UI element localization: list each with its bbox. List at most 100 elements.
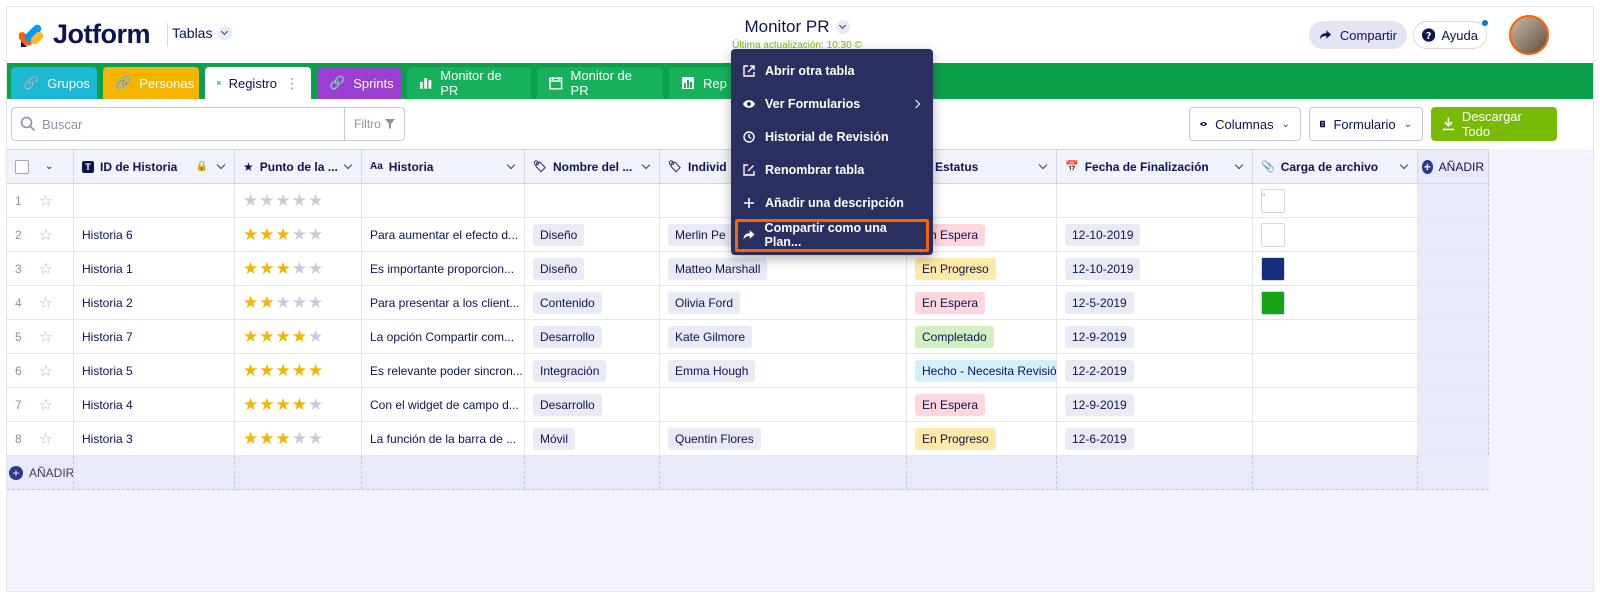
rating-cell[interactable]: ★ ★ ★ ★ ★ [235, 422, 362, 455]
column-header-name[interactable]: 🏷 Nombre del ... [525, 150, 660, 183]
individual-cell[interactable]: Quentin Flores [660, 422, 907, 455]
rating-cell[interactable]: ★ ★ ★ ★ ★ [235, 184, 362, 217]
rating-star-icon[interactable]: ★ [292, 225, 307, 245]
tab-sprints[interactable]: 🔗 Sprints [317, 67, 401, 99]
more-vertical-icon[interactable]: ⋮ [285, 75, 299, 92]
name-cell[interactable]: Desarrollo [525, 388, 660, 421]
menu-item-rename-table[interactable]: Renombrar tabla [731, 153, 933, 186]
column-header-points[interactable]: ★ Punto de la ... [235, 150, 362, 183]
date-cell[interactable]: 12-5-2019 [1057, 286, 1253, 319]
table-row[interactable]: 4 ☆ Historia 2 ★ ★ ★ ★ ★ Para presentar a los cl… [7, 286, 1489, 320]
rating-star-icon[interactable]: ★ [308, 327, 323, 347]
story-id-cell[interactable]: Historia 1 [74, 252, 235, 285]
columns-button[interactable]: Columnas ⌄ [1189, 107, 1301, 141]
chevron-down-icon[interactable] [506, 160, 516, 170]
rating-star-icon[interactable]: ★ [276, 327, 291, 347]
tab-monitor-pr-calendar[interactable]: Monitor de PR [537, 67, 663, 99]
page-title[interactable]: Monitor PR [744, 17, 829, 37]
tab-registro[interactable]: Registro ⋮ [205, 67, 311, 99]
favorite-star-icon[interactable]: ☆ [39, 429, 53, 449]
rating-cell[interactable]: ★ ★ ★ ★ ★ [235, 218, 362, 251]
favorite-star-icon[interactable]: ☆ [39, 327, 53, 347]
story-id-cell[interactable]: Historia 2 [74, 286, 235, 319]
individual-cell[interactable]: Olivia Ford [660, 286, 907, 319]
rating-star-icon[interactable]: ★ [243, 191, 258, 211]
row-number-cell[interactable]: 6 ☆ [7, 354, 74, 387]
rating-star-icon[interactable]: ★ [292, 293, 307, 313]
file-thumbnail[interactable] [1261, 222, 1285, 247]
name-cell[interactable]: Integración [525, 354, 660, 387]
status-cell[interactable]: En Progreso [907, 422, 1057, 455]
row-number-cell[interactable]: 5 ☆ [7, 320, 74, 353]
rating-star-icon[interactable]: ★ [259, 259, 274, 279]
individual-cell[interactable]: Matteo Marshall [660, 252, 907, 285]
column-header-id[interactable]: T ID de Historia 🔒 [74, 150, 235, 183]
checkbox[interactable] [15, 159, 29, 174]
download-all-button[interactable]: Descargar Todo [1431, 107, 1557, 141]
table-row[interactable]: 7 ☆ Historia 4 ★ ★ ★ ★ ★ Con el widget de campo … [7, 388, 1489, 422]
status-cell[interactable]: En Espera [907, 388, 1057, 421]
story-id-cell[interactable]: Historia 3 [74, 422, 235, 455]
chevron-down-icon[interactable] [835, 20, 850, 34]
file-cell[interactable] [1253, 286, 1418, 319]
story-id-cell[interactable]: Historia 6 [74, 218, 235, 251]
rating-star-icon[interactable]: ★ [276, 395, 291, 415]
rating-cell[interactable]: ★ ★ ★ ★ ★ [235, 388, 362, 421]
menu-item-view-forms[interactable]: Ver Formularios [731, 88, 933, 121]
story-id-cell[interactable]: Historia 5 [74, 354, 235, 387]
date-cell[interactable] [1057, 184, 1253, 217]
rating-star-icon[interactable]: ★ [243, 361, 258, 381]
rating-star-icon[interactable]: ★ [292, 191, 307, 211]
file-thumbnail[interactable] [1261, 290, 1285, 315]
table-row[interactable]: 5 ☆ Historia 7 ★ ★ ★ ★ ★ La opción Compartir com… [7, 320, 1489, 354]
chevron-down-icon[interactable] [1234, 160, 1244, 170]
date-cell[interactable]: 12-10-2019 [1057, 218, 1253, 251]
rating-star-icon[interactable]: ★ [243, 395, 258, 415]
story-cell[interactable]: La opción Compartir com... [362, 320, 525, 353]
column-header-date[interactable]: 📅 Fecha de Finalización [1057, 150, 1253, 183]
file-cell[interactable] [1253, 422, 1418, 455]
menu-item-revision-history[interactable]: Historial de Revisión [731, 121, 933, 154]
favorite-star-icon[interactable]: ☆ [39, 395, 53, 415]
name-cell[interactable]: Móvil [525, 422, 660, 455]
table-row[interactable]: 6 ☆ Historia 5 ★ ★ ★ ★ ★ Es relevante poder sinc… [7, 354, 1489, 388]
rating-star-icon[interactable]: ★ [292, 395, 307, 415]
column-header-file[interactable]: 📎 Carga de archivo [1253, 150, 1418, 183]
avatar[interactable] [1509, 15, 1549, 55]
table-title-area[interactable]: Monitor PR Última actualización: 10:30 © [727, 17, 867, 51]
file-thumbnail[interactable] [1261, 256, 1285, 281]
table-row[interactable]: 3 ☆ Historia 1 ★ ★ ★ ★ ★ Es importante proporcio… [7, 252, 1489, 286]
rating-star-icon[interactable]: ★ [243, 293, 258, 313]
rating-star-icon[interactable]: ★ [308, 395, 323, 415]
row-number-cell[interactable]: 2 ☆ [7, 218, 74, 251]
rating-star-icon[interactable]: ★ [259, 361, 274, 381]
rating-star-icon[interactable]: ★ [292, 429, 307, 449]
row-number-cell[interactable]: 1 ☆ [7, 184, 74, 217]
rating-star-icon[interactable]: ★ [259, 191, 274, 211]
chevron-down-icon[interactable] [1399, 160, 1409, 170]
rating-star-icon[interactable]: ★ [276, 293, 291, 313]
chevron-down-icon[interactable] [641, 160, 651, 170]
file-cell[interactable] [1253, 218, 1418, 251]
file-cell[interactable] [1253, 320, 1418, 353]
rating-star-icon[interactable]: ★ [276, 361, 291, 381]
name-cell[interactable]: Contenido [525, 286, 660, 319]
row-number-cell[interactable]: 7 ☆ [7, 388, 74, 421]
table-row[interactable]: 8 ☆ Historia 3 ★ ★ ★ ★ ★ La función de la barra … [7, 422, 1489, 456]
date-cell[interactable]: 12-6-2019 [1057, 422, 1253, 455]
name-cell[interactable] [525, 184, 660, 217]
rating-star-icon[interactable]: ★ [243, 429, 258, 449]
story-cell[interactable]: Es importante proporcion... [362, 252, 525, 285]
add-row-button[interactable]: + AÑADIR [7, 456, 74, 489]
rating-star-icon[interactable]: ★ [243, 225, 258, 245]
rating-star-icon[interactable]: ★ [259, 327, 274, 347]
rating-star-icon[interactable]: ★ [308, 293, 323, 313]
story-cell[interactable]: Para presentar a los client... [362, 286, 525, 319]
rating-cell[interactable]: ★ ★ ★ ★ ★ [235, 252, 362, 285]
chevron-down-icon[interactable] [1038, 160, 1048, 170]
favorite-star-icon[interactable]: ☆ [39, 225, 53, 245]
tab-monitor-pr-report[interactable]: Monitor de PR [407, 67, 531, 99]
rating-star-icon[interactable]: ★ [308, 191, 323, 211]
tables-switcher[interactable]: Tablas [172, 25, 233, 41]
status-cell[interactable]: Completado [907, 320, 1057, 353]
